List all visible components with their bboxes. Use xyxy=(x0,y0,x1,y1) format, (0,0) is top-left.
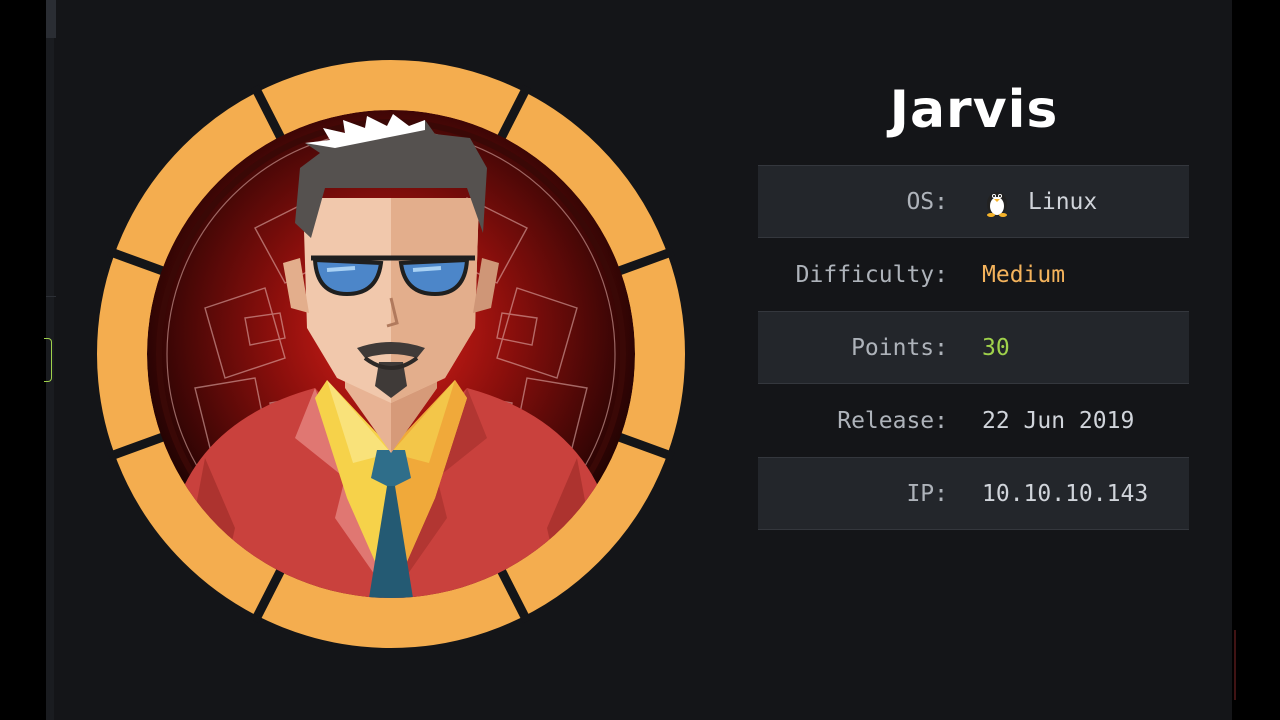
left-sidebar-divider xyxy=(46,296,56,297)
machine-avatar-icon xyxy=(97,60,685,648)
linux-penguin-icon xyxy=(987,191,1007,217)
release-label: Release: xyxy=(837,407,948,434)
difficulty-label: Difficulty: xyxy=(795,261,948,288)
os-value: Linux xyxy=(1028,188,1098,215)
points-label: Points: xyxy=(851,334,948,361)
left-sidebar-tab xyxy=(46,0,56,38)
os-label: OS: xyxy=(906,188,948,215)
release-value: 22 Jun 2019 xyxy=(982,407,1135,434)
os-value-container: Linux xyxy=(982,187,1097,217)
info-row-difficulty: Difficulty: Medium xyxy=(758,238,1189,311)
ip-value: 10.10.10.143 xyxy=(982,480,1149,507)
machine-info-table: OS: Linux Difficulty: Medium Points: 30 … xyxy=(758,165,1189,530)
difficulty-value: Medium xyxy=(982,261,1066,288)
left-sidebar-badge xyxy=(44,338,52,382)
right-edge-mark xyxy=(1228,630,1236,700)
info-row-os: OS: Linux xyxy=(758,165,1189,238)
ip-label: IP: xyxy=(906,480,948,507)
machine-name-title: Jarvis xyxy=(889,80,1059,140)
info-row-points: Points: 30 xyxy=(758,311,1189,384)
info-row-release: Release: 22 Jun 2019 xyxy=(758,384,1189,457)
points-value: 30 xyxy=(982,334,1010,361)
info-row-ip: IP: 10.10.10.143 xyxy=(758,457,1189,530)
